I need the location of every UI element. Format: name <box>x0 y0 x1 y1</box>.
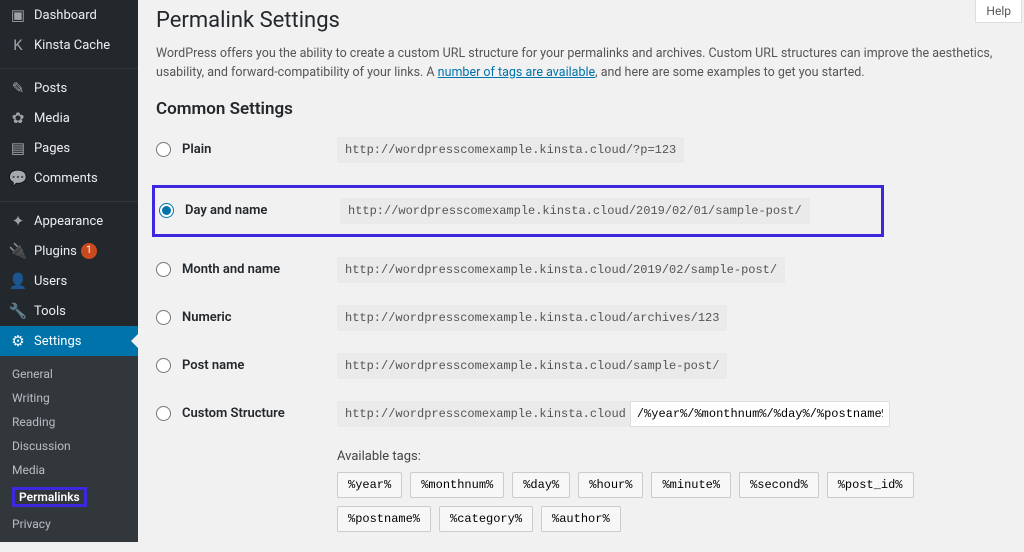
option-example: http://wordpresscomexample.kinsta.cloud/… <box>337 257 785 283</box>
sidebar-item-label: Kinsta Cache <box>34 38 110 53</box>
option-label[interactable]: Plain <box>182 142 337 157</box>
sidebar-item-label: Users <box>34 274 67 289</box>
option-day-and-name: Day and name http://wordpresscomexample.… <box>155 198 881 224</box>
common-settings-heading: Common Settings <box>156 99 1004 119</box>
sidebar-item-label: Pages <box>34 141 70 156</box>
settings-submenu: General Writing Reading Discussion Media… <box>0 356 138 542</box>
radio-post-name[interactable] <box>156 358 171 373</box>
radio-numeric[interactable] <box>156 310 171 325</box>
sidebar-item-label: Plugins <box>34 244 77 259</box>
submenu-discussion[interactable]: Discussion <box>0 434 138 458</box>
option-label[interactable]: Month and name <box>182 262 337 277</box>
option-plain: Plain http://wordpresscomexample.kinsta.… <box>156 137 1004 163</box>
option-month-and-name: Month and name http://wordpresscomexampl… <box>156 257 1004 283</box>
selected-option-highlight: Day and name http://wordpresscomexample.… <box>152 185 884 237</box>
radio-month-and-name[interactable] <box>156 262 171 277</box>
appearance-icon: ✦ <box>8 212 28 230</box>
users-icon: 👤 <box>8 272 28 290</box>
tools-icon: 🔧 <box>8 302 28 320</box>
sidebar-item-label: Comments <box>34 171 98 186</box>
sidebar-item-settings[interactable]: ⚙ Settings <box>0 326 138 356</box>
option-example: http://wordpresscomexample.kinsta.cloud/… <box>337 137 684 163</box>
sidebar-item-label: Media <box>34 111 70 126</box>
tag-button[interactable]: %category% <box>439 506 533 532</box>
radio-plain[interactable] <box>156 142 171 157</box>
update-badge: 1 <box>81 243 97 259</box>
sidebar-item-comments[interactable]: 💬 Comments <box>0 163 138 193</box>
settings-icon: ⚙ <box>8 332 28 350</box>
submenu-media[interactable]: Media <box>0 458 138 482</box>
sidebar-item-posts[interactable]: ✎ Posts <box>0 73 138 103</box>
option-label[interactable]: Custom Structure <box>182 406 337 421</box>
sidebar-item-kinsta-cache[interactable]: K Kinsta Cache <box>0 30 138 60</box>
custom-structure-input[interactable] <box>630 401 890 427</box>
sidebar-item-media[interactable]: ✿ Media <box>0 103 138 133</box>
sidebar-item-users[interactable]: 👤 Users <box>0 266 138 296</box>
option-numeric: Numeric http://wordpresscomexample.kinst… <box>156 305 1004 331</box>
submenu-reading[interactable]: Reading <box>0 410 138 434</box>
radio-day-and-name[interactable] <box>159 203 174 218</box>
option-custom-structure: Custom Structure http://wordpresscomexam… <box>156 401 1004 427</box>
available-tags-section: Available tags: %year% %monthnum% %day% %ho… <box>337 449 1004 532</box>
sidebar-item-label: Dashboard <box>34 8 97 23</box>
main-content: Permalink Settings WordPress offers you … <box>138 0 1024 552</box>
kinsta-icon: K <box>8 36 28 54</box>
option-label[interactable]: Post name <box>182 358 337 373</box>
admin-sidebar: ▣ Dashboard K Kinsta Cache ✎ Posts ✿ Med… <box>0 0 138 523</box>
option-example: http://wordpresscomexample.kinsta.cloud/… <box>340 198 810 224</box>
tag-button[interactable]: %minute% <box>651 472 731 498</box>
tag-button[interactable]: %year% <box>337 472 402 498</box>
media-icon: ✿ <box>8 109 28 127</box>
option-post-name: Post name http://wordpresscomexample.kin… <box>156 353 1004 379</box>
separator <box>0 197 138 202</box>
tag-button[interactable]: %monthnum% <box>410 472 504 498</box>
url-prefix: http://wordpresscomexample.kinsta.cloud <box>337 401 630 427</box>
plugins-icon: 🔌 <box>8 242 28 260</box>
option-example: http://wordpresscomexample.kinsta.cloud/… <box>337 353 727 379</box>
radio-custom-structure[interactable] <box>156 406 171 421</box>
sidebar-item-plugins[interactable]: 🔌 Plugins 1 <box>0 236 138 266</box>
sidebar-item-tools[interactable]: 🔧 Tools <box>0 296 138 326</box>
dashboard-icon: ▣ <box>8 6 28 24</box>
tags-available-link[interactable]: number of tags are available <box>438 65 595 80</box>
tag-button[interactable]: %day% <box>512 472 570 498</box>
option-example: http://wordpresscomexample.kinsta.cloud/… <box>337 305 727 331</box>
permalinks-highlight: Permalinks <box>12 487 87 507</box>
sidebar-item-dashboard[interactable]: ▣ Dashboard <box>0 0 138 30</box>
sidebar-item-label: Tools <box>34 304 66 319</box>
page-description: WordPress offers you the ability to crea… <box>156 45 1004 83</box>
comments-icon: 💬 <box>8 169 28 187</box>
tag-button[interactable]: %postname% <box>337 506 431 532</box>
available-tags-label: Available tags: <box>337 449 1004 464</box>
submenu-permalinks[interactable]: Permalinks <box>0 482 138 512</box>
sidebar-item-label: Posts <box>34 81 67 96</box>
option-label[interactable]: Numeric <box>182 310 337 325</box>
custom-structure-field: http://wordpresscomexample.kinsta.cloud <box>337 401 890 427</box>
submenu-writing[interactable]: Writing <box>0 386 138 410</box>
tag-button[interactable]: %second% <box>739 472 819 498</box>
page-title: Permalink Settings <box>156 8 1004 33</box>
pages-icon: ▤ <box>8 139 28 157</box>
sidebar-item-label: Settings <box>34 334 81 349</box>
submenu-general[interactable]: General <box>0 362 138 386</box>
separator <box>0 64 138 69</box>
tag-button[interactable]: %author% <box>541 506 621 532</box>
sidebar-item-appearance[interactable]: ✦ Appearance <box>0 206 138 236</box>
sidebar-item-pages[interactable]: ▤ Pages <box>0 133 138 163</box>
tag-button[interactable]: %hour% <box>578 472 643 498</box>
pin-icon: ✎ <box>8 79 28 97</box>
option-label[interactable]: Day and name <box>185 203 340 218</box>
sidebar-item-label: Appearance <box>34 214 103 229</box>
tag-button[interactable]: %post_id% <box>827 472 914 498</box>
desc-text: , and here are some examples to get you … <box>595 65 864 80</box>
submenu-privacy[interactable]: Privacy <box>0 512 138 536</box>
